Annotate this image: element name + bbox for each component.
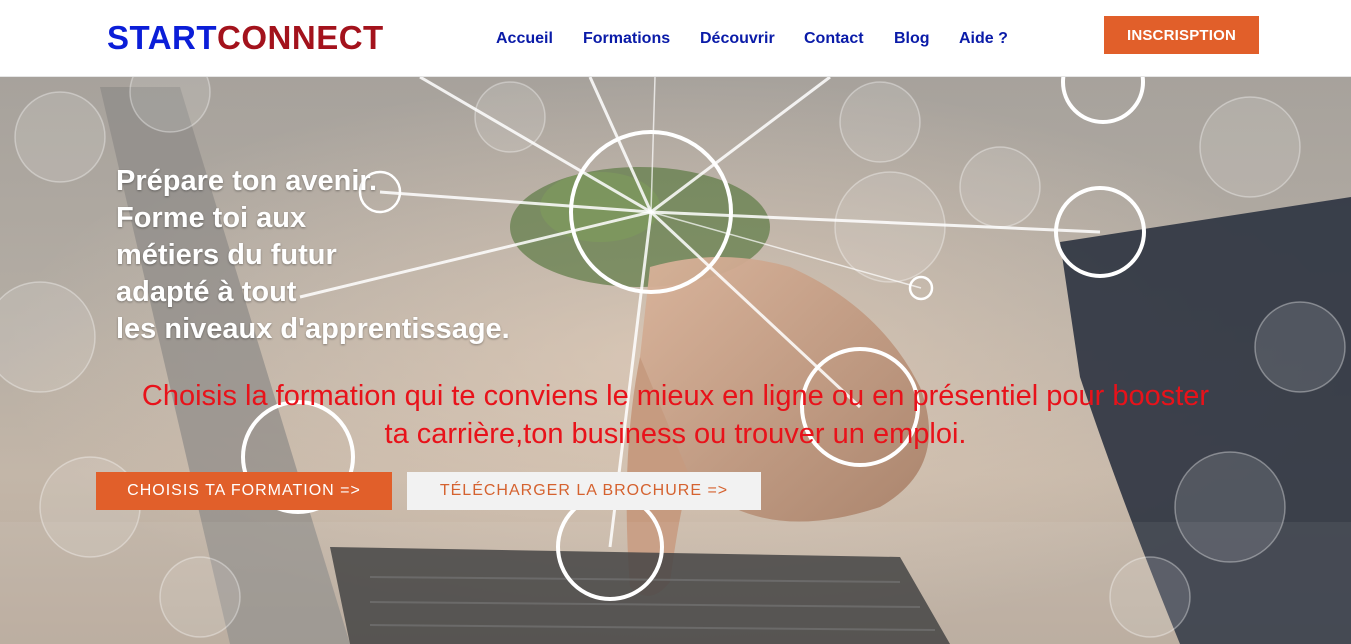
headline-line: les niveaux d'apprentissage. bbox=[116, 313, 510, 345]
nav-link-aide[interactable]: Aide ? bbox=[959, 29, 1008, 49]
headline-line: Prépare ton avenir. bbox=[116, 165, 378, 197]
signup-button[interactable]: INSCRISPTION bbox=[1104, 16, 1259, 54]
site-logo[interactable]: STARTCONNECT bbox=[107, 20, 384, 56]
nav-link-accueil[interactable]: Accueil bbox=[496, 29, 553, 49]
headline-line: adapté à tout bbox=[116, 276, 297, 308]
nav-link-decouvrir[interactable]: Découvrir bbox=[700, 29, 775, 49]
subline-line: ta carrière,ton business ou trouver un e… bbox=[384, 418, 967, 450]
hero-subline: Choisis la formation qui te conviens le … bbox=[40, 377, 1311, 453]
hero-headline: Prépare ton avenir. Forme toi aux métier… bbox=[116, 163, 676, 348]
subline-line: Choisis la formation qui te conviens le … bbox=[141, 380, 1210, 412]
logo-start: START bbox=[107, 19, 218, 56]
nav-link-blog[interactable]: Blog bbox=[894, 29, 930, 49]
headline-line: métiers du futur bbox=[116, 239, 337, 271]
nav-link-contact[interactable]: Contact bbox=[804, 29, 864, 49]
choose-formation-button[interactable]: CHOISIS TA FORMATION => bbox=[96, 472, 392, 510]
nav-link-formations[interactable]: Formations bbox=[583, 29, 670, 49]
logo-connect: CONNECT bbox=[217, 19, 384, 56]
headline-line: Forme toi aux bbox=[116, 202, 307, 234]
top-navbar: STARTCONNECT Accueil Formations Découvri… bbox=[0, 0, 1351, 77]
hero-banner: Prépare ton avenir. Forme toi aux métier… bbox=[0, 77, 1351, 644]
download-brochure-button[interactable]: TÉLÉCHARGER LA BROCHURE => bbox=[407, 472, 761, 510]
